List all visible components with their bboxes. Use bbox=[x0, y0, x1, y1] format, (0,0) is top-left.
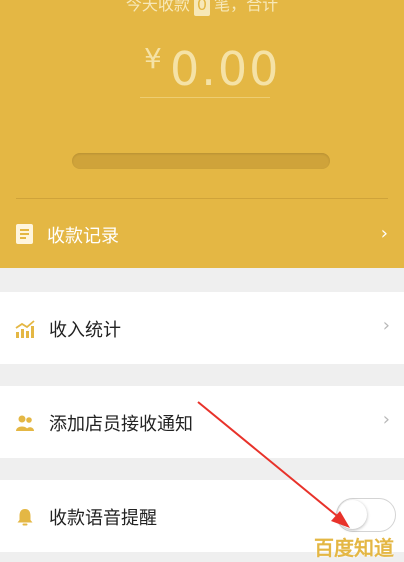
today-suffix: 笔，合计 bbox=[214, 0, 279, 14]
add-staff-row[interactable]: 添加店员接收通知 › bbox=[0, 386, 404, 458]
voice-alert-toggle[interactable] bbox=[336, 498, 396, 532]
document-icon bbox=[16, 224, 33, 244]
summary-header: 今天收款 0 笔，合计 ¥ 0.00 收款记录 › bbox=[0, 0, 404, 268]
payment-records-row[interactable]: 收款记录 › bbox=[0, 214, 404, 254]
staff-icon bbox=[16, 415, 34, 431]
bar-chart-icon bbox=[15, 320, 35, 338]
total-amount: ¥ 0.00 bbox=[140, 40, 278, 98]
bell-icon bbox=[17, 509, 33, 526]
currency-symbol: ¥ bbox=[144, 42, 162, 75]
today-summary: 今天收款 0 笔，合计 bbox=[0, 0, 404, 16]
chevron-right-icon: › bbox=[382, 409, 390, 430]
today-prefix: 今天收款 bbox=[125, 0, 190, 14]
today-count: 0 bbox=[193, 0, 211, 16]
voice-alert-label: 收款语音提醒 bbox=[49, 508, 157, 529]
baidu-zhidao-watermark: 百度知道 bbox=[314, 536, 394, 560]
header-divider bbox=[16, 198, 388, 199]
amount-value: 0.00 bbox=[170, 42, 281, 96]
chevron-right-icon: › bbox=[380, 223, 388, 244]
toggle-knob bbox=[338, 500, 367, 529]
income-stats-label: 收入统计 bbox=[49, 320, 121, 341]
chevron-right-icon: › bbox=[382, 315, 390, 336]
progress-bar bbox=[72, 153, 330, 169]
income-stats-row[interactable]: 收入统计 › bbox=[0, 292, 404, 364]
amount-underline bbox=[140, 97, 270, 98]
add-staff-label: 添加店员接收通知 bbox=[49, 414, 193, 435]
payment-records-label: 收款记录 bbox=[47, 226, 119, 247]
